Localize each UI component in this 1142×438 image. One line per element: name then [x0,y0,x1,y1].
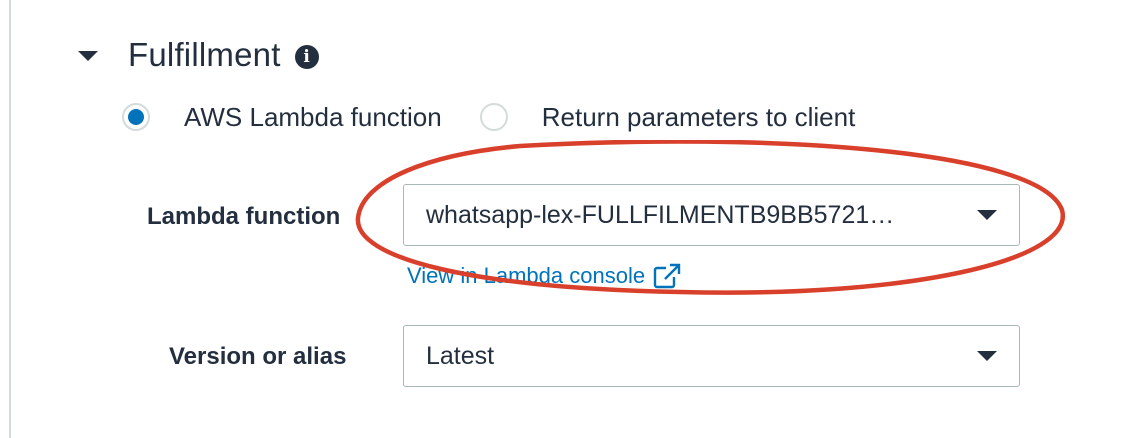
view-in-lambda-console-link[interactable]: View in Lambda console [407,263,681,289]
info-icon[interactable]: i [294,45,319,69]
section-title: Fulfillment [128,36,281,73]
version-or-alias-value: Latest [426,341,495,370]
fulfillment-radio-group: AWS Lambda function Return parameters to… [122,98,855,136]
lambda-function-label: Lambda function [147,203,341,230]
chevron-down-icon[interactable] [977,351,997,361]
radio-label-return-parameters[interactable]: Return parameters to client [542,102,856,133]
radio-checked-icon[interactable] [122,103,150,131]
chevron-down-icon[interactable] [977,210,997,220]
caret-down-icon[interactable] [78,51,98,61]
radio-aws-lambda-function[interactable]: AWS Lambda function [122,102,442,133]
external-link-icon [653,263,681,289]
fulfillment-section-toggle[interactable]: Fulfillment i [78,30,319,80]
radio-unchecked-icon[interactable] [479,103,508,131]
version-or-alias-label: Version or alias [169,343,347,370]
console-link-label[interactable]: View in Lambda console [407,263,645,289]
lambda-function-value: whatsapp-lex-FULLFILMENTB9BB5721… [426,200,895,229]
panel-left-border [9,0,11,438]
radio-dot [128,109,144,125]
radio-label-aws-lambda[interactable]: AWS Lambda function [184,102,442,133]
version-or-alias-select[interactable]: Latest [403,325,1020,387]
lambda-function-select[interactable]: whatsapp-lex-FULLFILMENTB9BB5721… [403,184,1020,246]
radio-return-parameters[interactable]: Return parameters to client [479,102,856,133]
